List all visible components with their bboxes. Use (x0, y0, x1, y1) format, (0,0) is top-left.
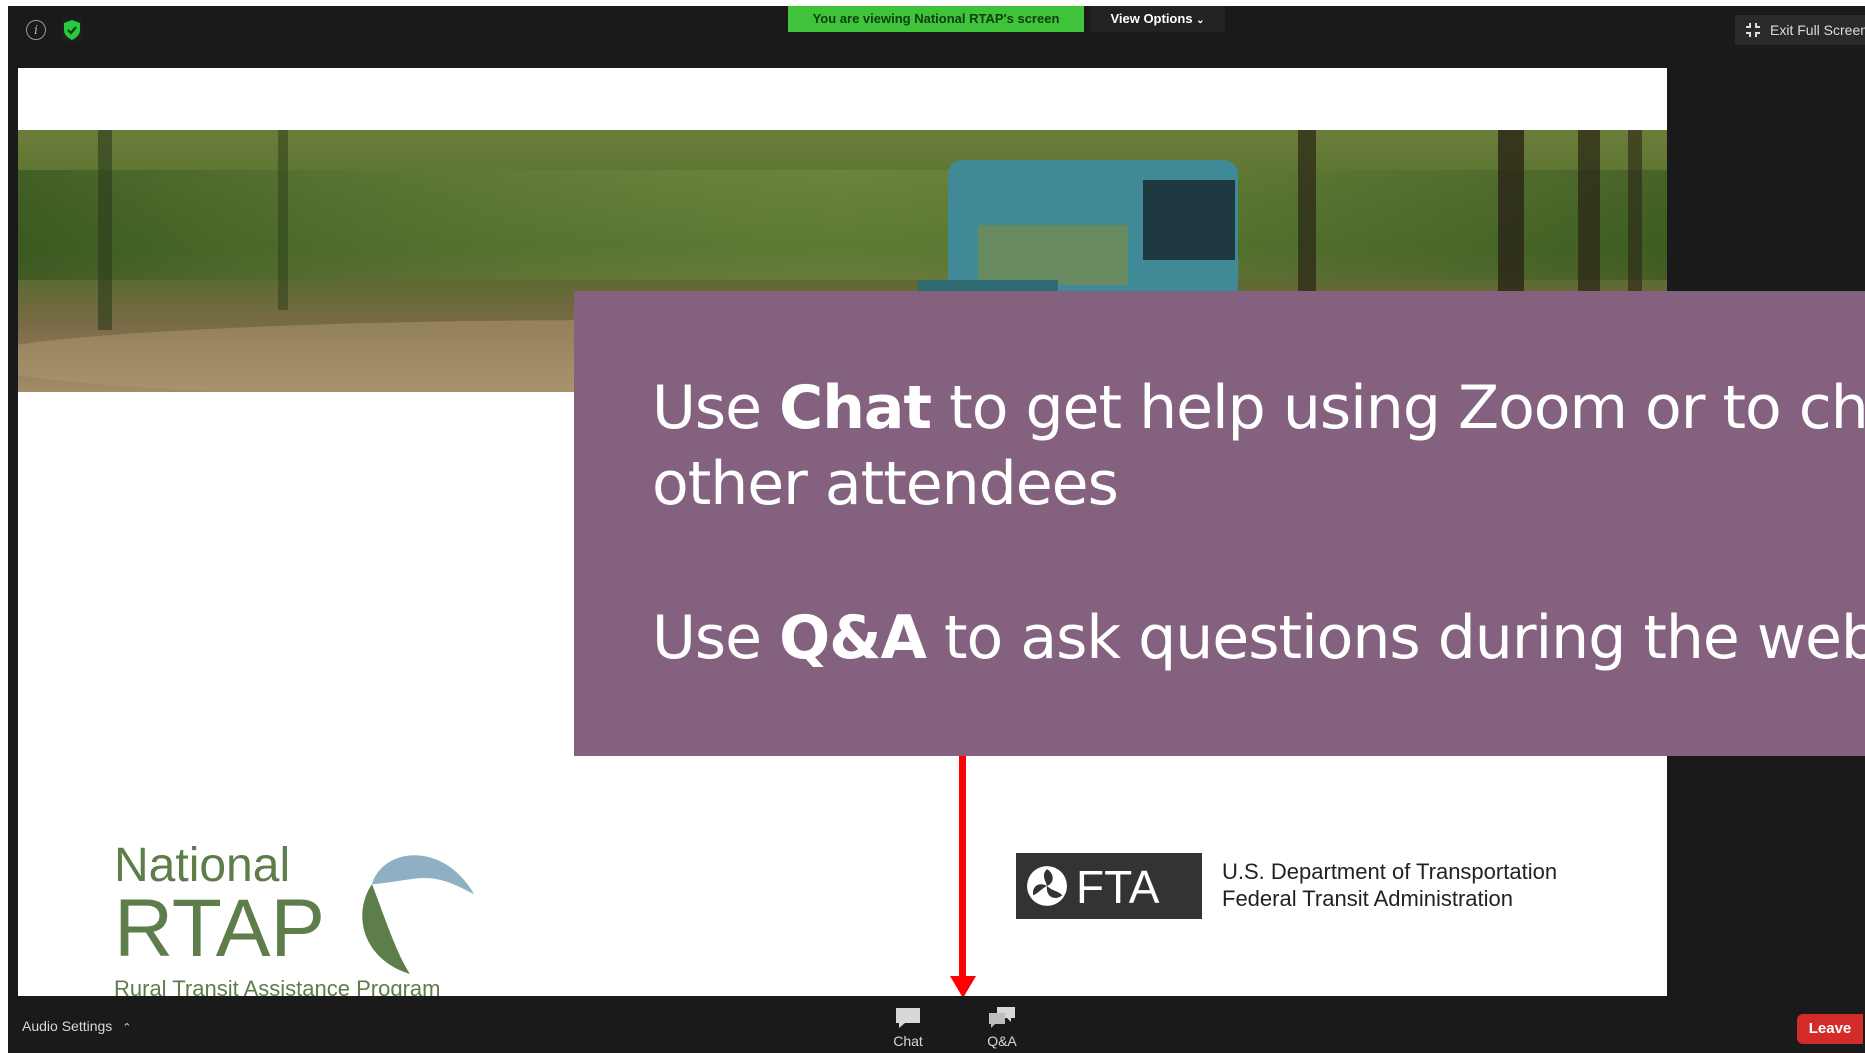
instruction-callout: Use Chat to get help using Zoom or to ch… (574, 291, 1865, 756)
callout-attendees-line: other attendees (652, 449, 1119, 519)
callout-qa-line: Use Q&A to ask questions during the webi… (652, 603, 1865, 673)
fta-line-agency: Federal Transit Administration (1222, 886, 1514, 911)
audio-settings-button[interactable]: Audio Settings ⌃ (22, 1018, 131, 1034)
red-arrow-head (950, 976, 976, 998)
exit-full-screen-label: Exit Full Screen (1770, 22, 1865, 38)
qa-label: Q&A (987, 1033, 1017, 1049)
callout-chat-keyword: Chat (779, 373, 932, 443)
audio-settings-label: Audio Settings (22, 1018, 113, 1034)
view-options-label: View Options (1110, 11, 1193, 26)
rtap-leaf-icon (362, 855, 474, 974)
viewing-screen-banner: You are viewing National RTAP's screen (788, 6, 1084, 32)
callout-qa-pre: Use (652, 603, 780, 673)
exit-full-screen-icon (1746, 23, 1760, 37)
fta-triskelion-icon (1027, 866, 1067, 906)
fta-logo-badge: FTA (1016, 853, 1202, 919)
shield-check-icon[interactable] (62, 19, 82, 41)
leave-button[interactable]: Leave (1797, 1014, 1863, 1044)
frame-left-edge (8, 68, 18, 996)
fta-line-dot: U.S. Department of Transportation (1222, 859, 1558, 884)
qa-icon (989, 1007, 1015, 1028)
callout-chat-post: to get help using Zoom or to chat w (949, 373, 1865, 443)
info-icon[interactable]: i (26, 20, 46, 40)
callout-chat-pre: Use (652, 373, 780, 443)
fta-badge-text: FTA (1076, 861, 1160, 913)
qa-button[interactable]: Q&A (970, 1000, 1034, 1052)
callout-qa-keyword: Q&A (779, 603, 927, 673)
exit-full-screen-button[interactable]: Exit Full Screen (1735, 15, 1865, 45)
rtap-logo-subtitle: Rural Transit Assistance Program (114, 976, 441, 996)
callout-qa-post: to ask questions during the webinar (944, 603, 1865, 673)
chevron-down-icon: ⌄ (1196, 15, 1205, 26)
view-options-button[interactable]: View Options ⌄ (1090, 6, 1225, 32)
chat-button[interactable]: Chat (876, 1000, 940, 1052)
fta-agency-text: U.S. Department of Transportation Federa… (1222, 858, 1557, 912)
chat-label: Chat (893, 1033, 923, 1049)
zoom-window: i You are viewing National RTAP's screen… (0, 0, 1865, 1053)
national-rtap-logo: National RTAP Rural Transit Assistance P… (114, 838, 484, 996)
red-arrow-annotation (959, 756, 966, 982)
chevron-up-icon: ⌃ (122, 1022, 132, 1034)
chat-icon (896, 1008, 920, 1028)
rtap-logo-rtap-text: RTAP (114, 883, 326, 974)
callout-chat-line: Use Chat to get help using Zoom or to ch… (652, 373, 1865, 443)
